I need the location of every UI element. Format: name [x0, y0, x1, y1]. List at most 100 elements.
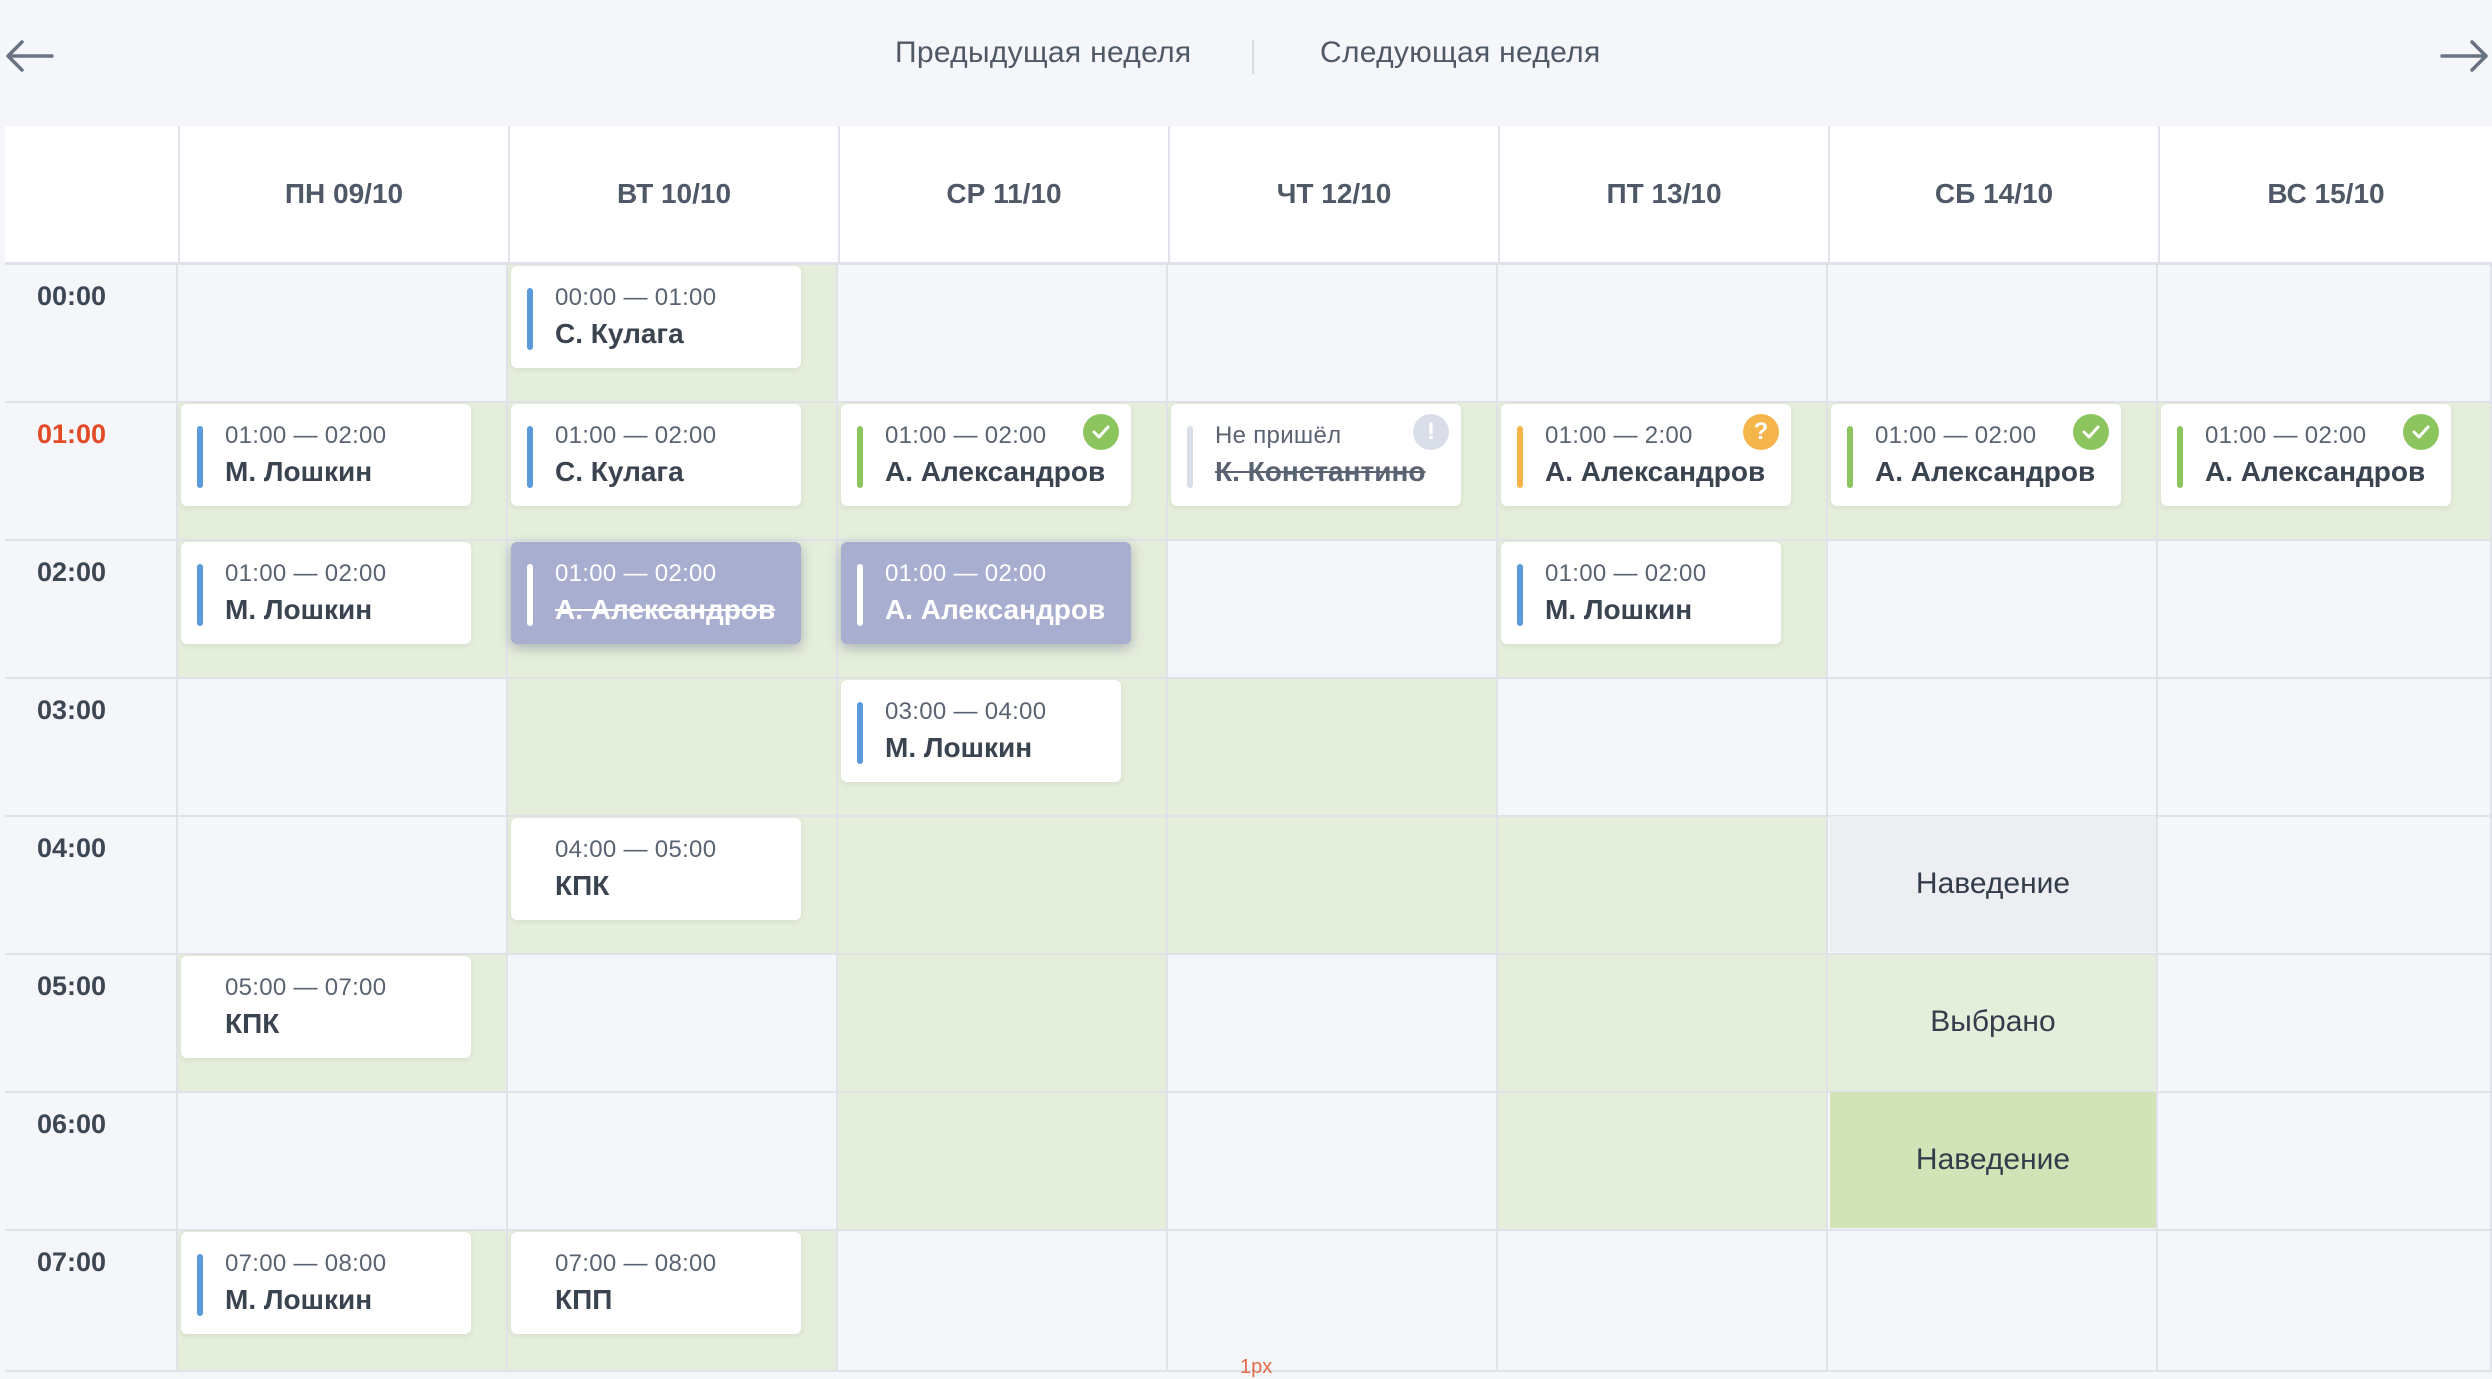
event-card[interactable]: 03:00 — 04:00 М. Лошкин — [841, 680, 1121, 782]
time-slot[interactable] — [1498, 1093, 1828, 1231]
day-header-tue[interactable]: ВТ 10/10 — [508, 126, 838, 262]
exclamation-icon: ! — [1413, 414, 1449, 450]
time-slot[interactable] — [2158, 265, 2492, 403]
time-slot[interactable] — [838, 1093, 1168, 1231]
hour-label: 00:00 — [37, 281, 107, 311]
time-slot[interactable] — [178, 817, 508, 955]
day-header-thu[interactable]: ЧТ 12/10 — [1168, 126, 1498, 262]
hour-label: 06:00 — [37, 1109, 107, 1139]
event-color-bar — [527, 426, 533, 488]
time-slot[interactable] — [1168, 541, 1498, 679]
event-name: А. Александров — [555, 594, 776, 625]
event-card-selected[interactable]: 01:00 — 02:00 А. Александров — [841, 542, 1131, 644]
event-time: 01:00 — 02:00 — [885, 422, 1047, 449]
event-card[interactable]: 01:00 — 02:00 А. Александров — [1831, 404, 2121, 506]
time-slot[interactable] — [2158, 817, 2492, 955]
time-slot[interactable] — [178, 1093, 508, 1231]
time-slot[interactable] — [508, 1093, 838, 1231]
nav-divider — [1252, 40, 1254, 74]
arrow-left-icon[interactable] — [2, 28, 58, 84]
event-time: 01:00 — 02:00 — [225, 422, 387, 449]
event-card[interactable]: 05:00 — 07:00 КПК — [181, 956, 471, 1058]
time-slot[interactable] — [508, 679, 838, 817]
time-slot[interactable] — [178, 265, 508, 403]
time-slot[interactable] — [2158, 541, 2492, 679]
prev-week-link[interactable]: Предыдущая неделя — [895, 36, 1191, 70]
event-name: А. Александров — [885, 456, 1106, 487]
event-card[interactable]: 04:00 — 05:00 КПК — [511, 818, 801, 920]
event-time: 03:00 — 04:00 — [885, 698, 1047, 725]
event-card[interactable]: 01:00 — 02:00 М. Лошкин — [1501, 542, 1781, 644]
event-name: А. Александров — [1875, 456, 2096, 487]
time-slot[interactable] — [508, 955, 838, 1093]
event-time: 01:00 — 02:00 — [225, 560, 387, 587]
event-name: М. Лошкин — [225, 594, 373, 625]
time-slot[interactable] — [838, 1231, 1168, 1372]
hour-label: 07:00 — [37, 1247, 107, 1277]
time-slot[interactable] — [1498, 265, 1828, 403]
hour-label: 02:00 — [37, 557, 107, 587]
time-slot[interactable] — [1168, 955, 1498, 1093]
check-icon — [2073, 414, 2109, 450]
event-card[interactable]: 01:00 — 02:00 М. Лошкин — [181, 404, 471, 506]
time-slot[interactable] — [1498, 955, 1828, 1093]
time-slot[interactable] — [2158, 1231, 2492, 1372]
event-card[interactable]: 00:00 — 01:00 С. Кулага — [511, 266, 801, 368]
day-header-fri[interactable]: ПТ 13/10 — [1498, 126, 1828, 262]
event-card[interactable]: 01:00 — 02:00 А. Александров — [2161, 404, 2451, 506]
event-card-selected-cancelled[interactable]: 01:00 — 02:00 А. Александров — [511, 542, 801, 644]
time-slot[interactable] — [1168, 1231, 1498, 1372]
event-card[interactable]: 01:00 — 02:00 А. Александров — [841, 404, 1131, 506]
footnote-marker: 1px — [1240, 1356, 1273, 1378]
day-header-sun[interactable]: ВС 15/10 — [2158, 126, 2492, 262]
time-slot[interactable] — [1168, 679, 1498, 817]
time-slot[interactable] — [1828, 679, 2158, 817]
event-color-bar — [857, 564, 863, 626]
time-slot[interactable] — [1498, 679, 1828, 817]
event-time: 04:00 — 05:00 — [555, 836, 717, 863]
time-slot[interactable] — [2158, 955, 2492, 1093]
time-slot[interactable] — [1168, 265, 1498, 403]
event-name: КПП — [555, 1284, 613, 1315]
event-card[interactable]: 01:00 — 02:00 С. Кулага — [511, 404, 801, 506]
hour-label: 03:00 — [37, 695, 107, 725]
slot-selected-sat-05[interactable]: Выбрано — [1830, 954, 2156, 1090]
event-card[interactable]: 01:00 — 02:00 М. Лошкин — [181, 542, 471, 644]
time-slot[interactable] — [838, 955, 1168, 1093]
time-slot[interactable] — [1498, 817, 1828, 955]
time-slot[interactable] — [1168, 1093, 1498, 1231]
slot-hover-sat-04[interactable]: Наведение — [1830, 816, 2156, 952]
event-name: М. Лошкин — [225, 456, 373, 487]
event-card-no-show[interactable]: Не пришёл К. Константино ! — [1171, 404, 1461, 506]
event-time: 01:00 — 02:00 — [885, 560, 1047, 587]
time-slot[interactable] — [1828, 1231, 2158, 1372]
event-name: КПК — [555, 870, 610, 901]
time-slot[interactable] — [1168, 817, 1498, 955]
time-slot[interactable] — [1828, 541, 2158, 679]
event-color-bar — [1517, 564, 1523, 626]
time-slot[interactable] — [178, 679, 508, 817]
day-header-sat[interactable]: СБ 14/10 — [1828, 126, 2158, 262]
arrow-right-icon[interactable] — [2436, 28, 2492, 84]
event-card[interactable]: 07:00 — 08:00 КПП — [511, 1232, 801, 1334]
event-color-bar — [197, 564, 203, 626]
hour-label: 05:00 — [37, 971, 107, 1001]
event-card[interactable]: 07:00 — 08:00 М. Лошкин — [181, 1232, 471, 1334]
time-slot[interactable] — [838, 265, 1168, 403]
time-slot[interactable] — [2158, 679, 2492, 817]
event-name: С. Кулага — [555, 456, 684, 487]
time-slot[interactable] — [1498, 1231, 1828, 1372]
time-slot[interactable] — [838, 817, 1168, 955]
time-slot[interactable] — [1828, 265, 2158, 403]
day-header-mon[interactable]: ПН 09/10 — [178, 126, 508, 262]
next-week-link[interactable]: Следующая неделя — [1320, 36, 1600, 70]
event-color-bar — [527, 564, 533, 626]
time-slot[interactable] — [2158, 1093, 2492, 1231]
slot-hover-sat-06[interactable]: Наведение — [1830, 1092, 2156, 1228]
day-header-wed[interactable]: СР 11/10 — [838, 126, 1168, 262]
hour-label: 04:00 — [37, 833, 107, 863]
event-card[interactable]: 01:00 — 2:00 А. Александров ? — [1501, 404, 1791, 506]
event-color-bar — [1517, 426, 1523, 488]
event-color-bar — [857, 426, 863, 488]
event-name: К. Константино — [1215, 456, 1426, 487]
